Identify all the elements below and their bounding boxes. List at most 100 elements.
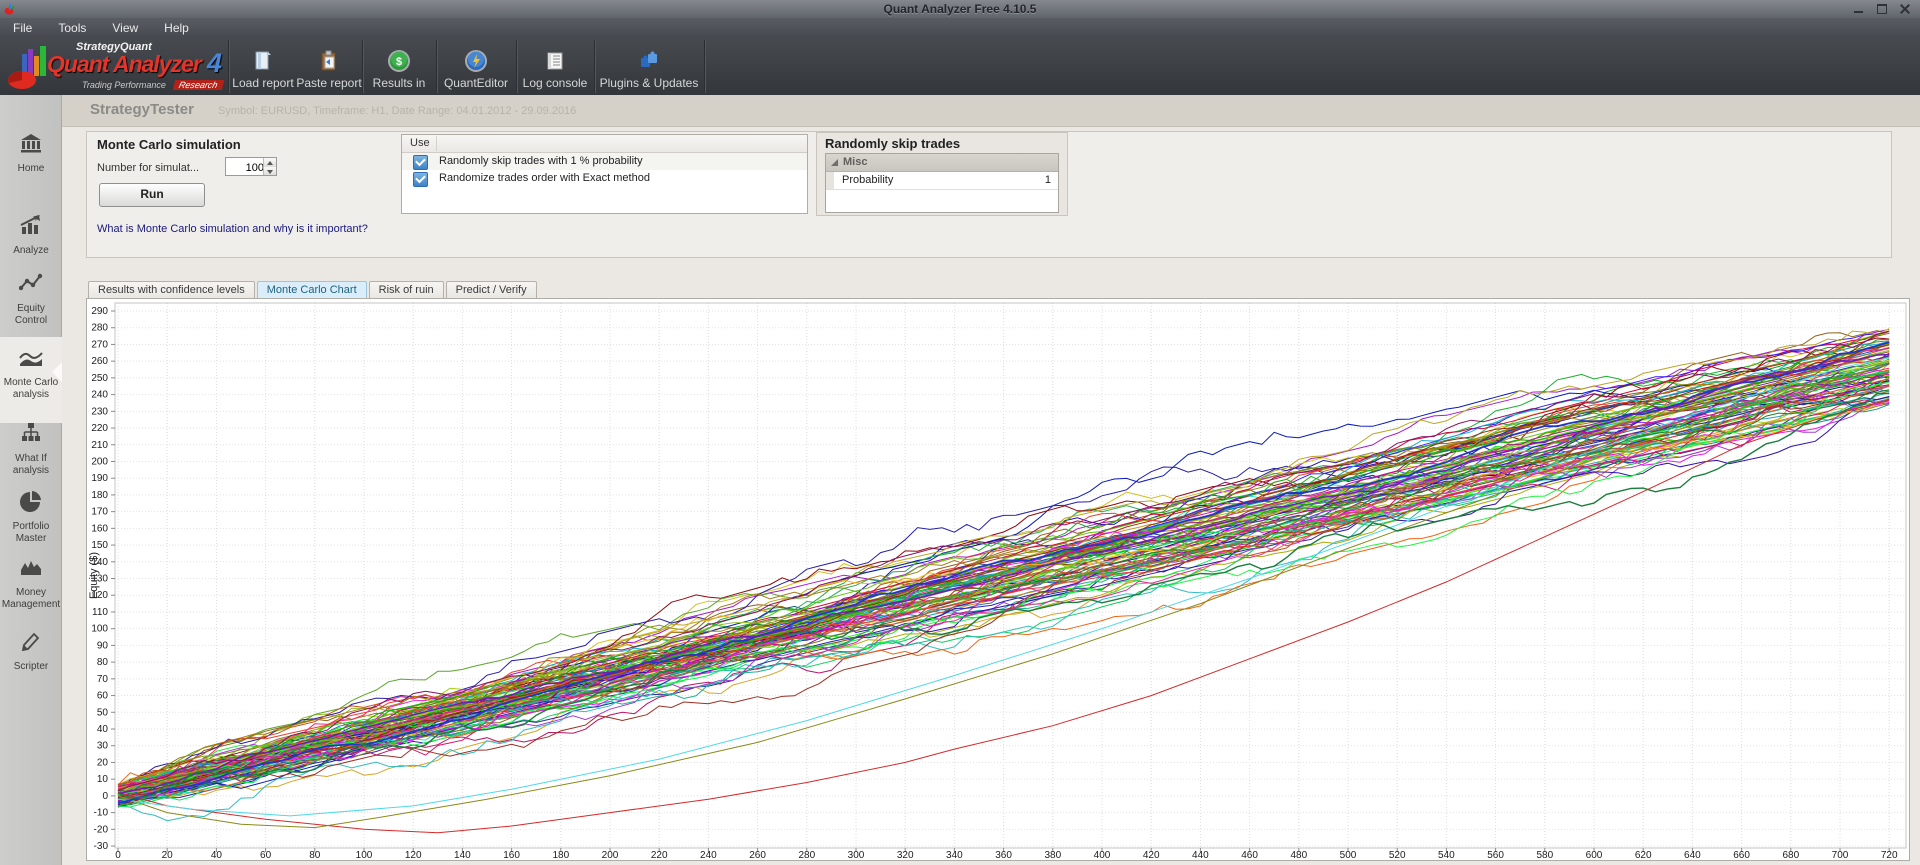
svg-text:520: 520 <box>1389 850 1406 860</box>
sidebar-item-label: Analyze <box>13 245 49 257</box>
svg-text:620: 620 <box>1635 850 1652 860</box>
spinner-down-icon[interactable] <box>263 167 276 176</box>
close-icon[interactable] <box>1898 3 1912 15</box>
minimize-icon[interactable] <box>1852 3 1866 15</box>
svg-text:220: 220 <box>91 423 108 434</box>
svg-text:480: 480 <box>1290 850 1307 860</box>
window-controls <box>1852 3 1912 15</box>
svg-text:680: 680 <box>1782 850 1799 860</box>
svg-text:340: 340 <box>946 850 963 860</box>
svg-text:180: 180 <box>91 490 108 501</box>
menu-item-file[interactable]: File <box>0 18 45 38</box>
sidebar-item-what-if-analysis[interactable]: What If analysis <box>0 421 62 477</box>
svg-text:580: 580 <box>1536 850 1553 860</box>
toolbar-button-paste-report[interactable]: Paste report <box>296 38 362 95</box>
toolbar-button-load-report[interactable]: Load report <box>230 38 296 95</box>
tagline-left: Trading Performance <box>82 80 166 90</box>
property-value[interactable]: 1 <box>1045 174 1051 186</box>
svg-text:20: 20 <box>97 757 109 768</box>
selected-item-arrow <box>52 362 62 382</box>
toolbar-button-label: QuantEditor <box>444 76 508 90</box>
property-name: Probability <box>842 174 893 186</box>
tab-bar: Results with confidence levels Monte Car… <box>88 281 537 298</box>
application-window: Quant Analyzer Free 4.10.5 File Tools Vi… <box>0 0 1920 865</box>
monte-carlo-icon <box>18 345 44 374</box>
menu-item-view[interactable]: View <box>99 18 151 38</box>
option-label: Randomly skip trades with 1 % probabilit… <box>439 155 643 167</box>
svg-text:100: 100 <box>356 850 373 860</box>
money-management-icon <box>19 555 43 584</box>
quanteditor-icon <box>464 48 488 74</box>
sidebar-item-money-management[interactable]: Money Management <box>0 555 62 611</box>
simulations-count-input[interactable] <box>226 158 266 177</box>
svg-text:200: 200 <box>91 456 108 467</box>
window-title: Quant Analyzer Free 4.10.5 <box>0 2 1920 16</box>
tab-monte-carlo-chart[interactable]: Monte Carlo Chart <box>257 281 367 298</box>
svg-text:170: 170 <box>91 507 108 518</box>
property-grid: Misc Probability 1 <box>825 153 1059 213</box>
svg-text:160: 160 <box>503 850 520 860</box>
simulation-settings-panel: Monte Carlo simulation Number for simula… <box>86 131 1892 258</box>
equity-control-icon <box>19 271 43 300</box>
toolbar-button-plugins-updates[interactable]: Plugins & Updates <box>596 38 702 95</box>
sidebar-item-label: Scripter <box>14 661 48 673</box>
column-divider <box>436 136 437 151</box>
maximize-icon[interactable] <box>1875 3 1889 15</box>
simulations-count-spinner <box>225 157 277 176</box>
sidebar-item-portfolio-master[interactable]: Portfolio Master <box>0 489 62 545</box>
run-button[interactable]: Run <box>99 183 205 207</box>
svg-text:200: 200 <box>602 850 619 860</box>
table-header: Use <box>402 135 807 153</box>
tab-risk-of-ruin[interactable]: Risk of ruin <box>369 281 444 298</box>
svg-text:320: 320 <box>897 850 914 860</box>
svg-text:40: 40 <box>211 850 223 860</box>
option-label: Randomize trades order with Exact method <box>439 172 650 184</box>
checkbox-checked-icon[interactable] <box>413 155 428 170</box>
svg-text:80: 80 <box>309 850 321 860</box>
sidebar-item-scripter[interactable]: Scripter <box>0 629 62 673</box>
sidebar-item-equity-control[interactable]: Equity Control <box>0 271 62 327</box>
svg-text:230: 230 <box>91 406 108 417</box>
menu-item-tools[interactable]: Tools <box>45 18 99 38</box>
svg-text:460: 460 <box>1241 850 1258 860</box>
table-row[interactable]: Randomize trades order with Exact method <box>402 170 807 187</box>
main-content: Monte Carlo simulation Number for simula… <box>62 127 1920 865</box>
toolbar-button-label: Log console <box>523 76 588 90</box>
svg-text:240: 240 <box>91 390 108 401</box>
property-group-misc[interactable]: Misc <box>826 154 1058 172</box>
toolbar-button-label: Load report <box>232 76 293 90</box>
brand-main-label: Quant Analyzer <box>47 51 201 78</box>
toolbar-button-quanteditor[interactable]: QuantEditor <box>438 38 514 95</box>
sidebar-item-home[interactable]: Home <box>0 131 62 175</box>
svg-text:$: $ <box>396 56 402 68</box>
monte-carlo-help-link[interactable]: What is Monte Carlo simulation and why i… <box>97 223 368 235</box>
svg-text:-30: -30 <box>94 841 109 852</box>
results-in-icon: $ <box>387 48 411 74</box>
toolbar-button-results-in[interactable]: $ Results in <box>364 38 434 95</box>
checkbox-checked-icon[interactable] <box>413 172 428 187</box>
svg-text:250: 250 <box>91 373 108 384</box>
tab-predict-verify[interactable]: Predict / Verify <box>446 281 537 298</box>
sidebar-item-label: Home <box>18 163 45 175</box>
spinner-up-icon[interactable] <box>263 158 276 167</box>
tab-results-confidence[interactable]: Results with confidence levels <box>88 281 255 298</box>
sidebar-item-label: Equity Control <box>0 303 62 327</box>
panel-title: Monte Carlo simulation <box>97 137 241 152</box>
svg-text:160: 160 <box>91 523 108 534</box>
monte-carlo-chart: 0204060801001201401601802002202402602803… <box>87 299 1909 860</box>
svg-text:10: 10 <box>97 774 109 785</box>
sidebar-item-label: What If analysis <box>0 453 62 477</box>
toolbar-button-log-console[interactable]: Log console <box>518 38 592 95</box>
svg-text:420: 420 <box>1143 850 1160 860</box>
sidebar-item-analyze[interactable]: Analyze <box>0 213 62 257</box>
header-strip: StrategyTester Symbol: EURUSD, Timeframe… <box>62 95 1920 127</box>
toolbar-button-label: Plugins & Updates <box>600 76 699 90</box>
property-row[interactable]: Probability 1 <box>826 172 1058 190</box>
menu-item-help[interactable]: Help <box>151 18 202 38</box>
table-row[interactable]: Randomly skip trades with 1 % probabilit… <box>402 153 807 170</box>
scripter-icon <box>19 629 43 658</box>
svg-text:290: 290 <box>91 306 108 317</box>
svg-text:280: 280 <box>798 850 815 860</box>
app-logo: StrategyQuant Quant Analyzer 4 Trading P… <box>0 38 228 95</box>
tagline-right: Research <box>173 80 224 90</box>
